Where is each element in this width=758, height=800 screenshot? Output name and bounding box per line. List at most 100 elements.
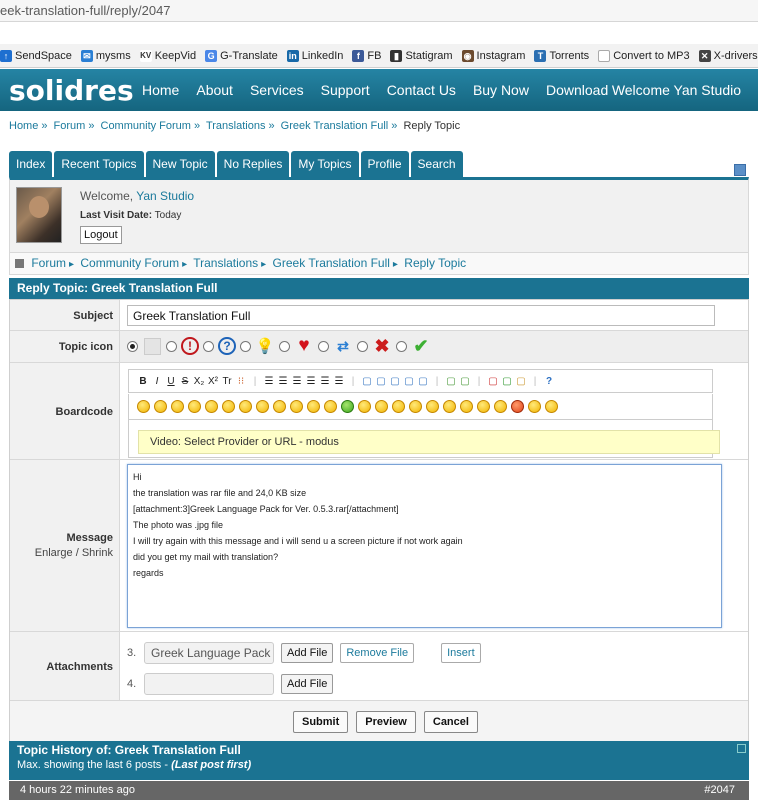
nav-support[interactable]: Support	[321, 82, 370, 98]
bookmark-fb[interactable]: f FB	[352, 49, 381, 62]
collapse-toggle-icon[interactable]	[734, 164, 746, 176]
map-icon[interactable]: ▢	[501, 376, 513, 387]
smiley-crazy-icon[interactable]	[494, 400, 507, 413]
topic-icon-radio-question[interactable]	[203, 340, 214, 352]
color-icon[interactable]: ⁝⁝	[235, 376, 247, 387]
code-icon[interactable]: ▢	[375, 376, 387, 387]
superscript-icon[interactable]: X²	[207, 376, 219, 387]
tab-my-topics[interactable]: My Topics	[291, 151, 359, 177]
align-center-icon[interactable]: ☰	[319, 376, 331, 387]
smiley-cool-icon[interactable]	[137, 400, 150, 413]
topic-icon-radio-idea[interactable]	[240, 340, 251, 352]
add-file-button[interactable]: Add File	[281, 643, 334, 663]
bookmark-keepvid[interactable]: KV KeepVid	[139, 49, 196, 62]
video-provider-field[interactable]: Video: Select Provider or URL - modus	[138, 430, 720, 454]
bc2-reply-topic[interactable]: Reply Topic	[404, 256, 466, 270]
bookmark-mysms[interactable]: ✉ mysms	[80, 49, 131, 62]
bookmark-instagram[interactable]: ◉ Instagram	[461, 49, 525, 62]
bold-icon[interactable]: B	[137, 376, 149, 387]
smiley-unsure-icon[interactable]	[426, 400, 439, 413]
bc2-community-forum[interactable]: Community Forum	[80, 256, 179, 270]
topic-icon-radio-solved[interactable]	[396, 340, 407, 352]
smiley-neutral-icon[interactable]	[324, 400, 337, 413]
link-icon[interactable]: ▢	[459, 376, 471, 387]
hide-icon[interactable]: ▢	[417, 376, 429, 387]
smiley-sick-icon[interactable]	[341, 400, 354, 413]
post-id-link[interactable]: #2047	[704, 784, 735, 796]
tab-index[interactable]: Index	[9, 151, 53, 177]
smiley-happy-icon[interactable]	[205, 400, 218, 413]
quote-icon[interactable]: ▢	[361, 376, 373, 387]
preview-button[interactable]: Preview	[356, 711, 416, 733]
italic-icon[interactable]: I	[151, 376, 163, 387]
message-textarea[interactable]: Hi the translation was rar file and 24,0…	[127, 464, 722, 628]
smiley-dizzy-icon[interactable]	[477, 400, 490, 413]
bc2-translations[interactable]: Translations	[193, 256, 258, 270]
bookmark-sendspace[interactable]: ↑ SendSpace	[0, 49, 72, 62]
align-right-icon[interactable]: ☰	[333, 376, 345, 387]
tab-recent-topics[interactable]: Recent Topics	[54, 151, 144, 177]
bc2-forum[interactable]: Forum	[31, 256, 66, 270]
nav-services[interactable]: Services	[250, 82, 304, 98]
bookmark-convert-to-mp3[interactable]: Convert to MP3	[598, 49, 690, 62]
image-icon[interactable]: ▢	[445, 376, 457, 387]
smiley-confused-icon[interactable]	[154, 400, 167, 413]
username-link[interactable]: Yan Studio	[136, 189, 194, 203]
underline-icon[interactable]: U	[165, 376, 177, 387]
tab-new-topic[interactable]: New Topic	[145, 151, 215, 177]
topic-icon-radio-exclamation[interactable]	[166, 340, 177, 352]
topic-icon-radio-exchange[interactable]	[318, 340, 329, 352]
breadcrumb-greek-translation-full[interactable]: Greek Translation Full	[281, 120, 389, 132]
logout-button[interactable]: Logout	[80, 226, 122, 244]
smiley-tongue-icon[interactable]	[222, 400, 235, 413]
smiley-shock-icon[interactable]	[273, 400, 286, 413]
topic-icon-radio-love[interactable]	[279, 340, 290, 352]
video-icon[interactable]: ▢	[515, 376, 527, 387]
subject-input[interactable]	[127, 305, 715, 326]
attachment-file-field[interactable]: Greek Language Pack for Ver. 0.5.3.rar	[144, 642, 274, 664]
bookmark-x-drivers[interactable]: ✕ X-drivers	[698, 49, 758, 62]
smiley-grin-icon[interactable]	[188, 400, 201, 413]
smiley-kiss-icon[interactable]	[358, 400, 371, 413]
attachment-file-field[interactable]	[144, 673, 274, 695]
subscript-icon[interactable]: X₂	[193, 376, 205, 387]
add-file-button[interactable]: Add File	[281, 674, 334, 694]
tab-profile[interactable]: Profile	[360, 151, 409, 177]
breadcrumb-translations[interactable]: Translations	[206, 120, 266, 132]
bookmark-statigram[interactable]: ▮ Statigram	[390, 49, 453, 62]
submit-button[interactable]: Submit	[293, 711, 349, 733]
smiley-laugh-icon[interactable]	[256, 400, 269, 413]
breadcrumb-forum[interactable]: Forum	[54, 120, 86, 132]
nav-home[interactable]: Home	[142, 82, 179, 98]
topic-icon-radio-default[interactable]	[127, 340, 138, 352]
enlarge-shrink-link[interactable]: Enlarge / Shrink	[10, 547, 113, 559]
smiley-devil-icon[interactable]	[511, 400, 524, 413]
bc2-greek-translation-full[interactable]: Greek Translation Full	[273, 256, 390, 270]
strike-icon[interactable]: S	[179, 376, 191, 387]
smiley-surprised-icon[interactable]	[290, 400, 303, 413]
nav-download[interactable]: Download	[546, 82, 608, 98]
bookmark-linkedin[interactable]: in LinkedIn	[286, 49, 343, 62]
smiley-sad-icon[interactable]	[307, 400, 320, 413]
smiley-rolleyes-icon[interactable]	[409, 400, 422, 413]
unordered-list-icon[interactable]: ☰	[277, 376, 289, 387]
align-left-icon[interactable]: ☰	[305, 376, 317, 387]
cancel-button[interactable]: Cancel	[423, 711, 478, 733]
smiley-sleepy-icon[interactable]	[392, 400, 405, 413]
spoiler-icon[interactable]: ▢	[403, 376, 415, 387]
nav-about[interactable]: About	[196, 82, 233, 98]
nav-buy-now[interactable]: Buy Now	[473, 82, 529, 98]
ebay-icon[interactable]: ▢	[487, 376, 499, 387]
smiley-whistle-icon[interactable]	[460, 400, 473, 413]
smiley-angry-icon[interactable]	[528, 400, 541, 413]
breadcrumb-home[interactable]: Home	[9, 120, 38, 132]
insert-button[interactable]: Insert	[441, 643, 481, 663]
address-bar[interactable]: eek-translation-full/reply/2047	[0, 0, 758, 22]
tab-no-replies[interactable]: No Replies	[216, 151, 290, 177]
collapse-toggle-icon[interactable]	[737, 744, 746, 753]
site-logo[interactable]: solidres	[9, 74, 134, 107]
table-icon[interactable]: ▢	[389, 376, 401, 387]
smiley-blush-icon[interactable]	[375, 400, 388, 413]
smiley-hmm-icon[interactable]	[545, 400, 558, 413]
smiley-wink-icon[interactable]	[239, 400, 252, 413]
